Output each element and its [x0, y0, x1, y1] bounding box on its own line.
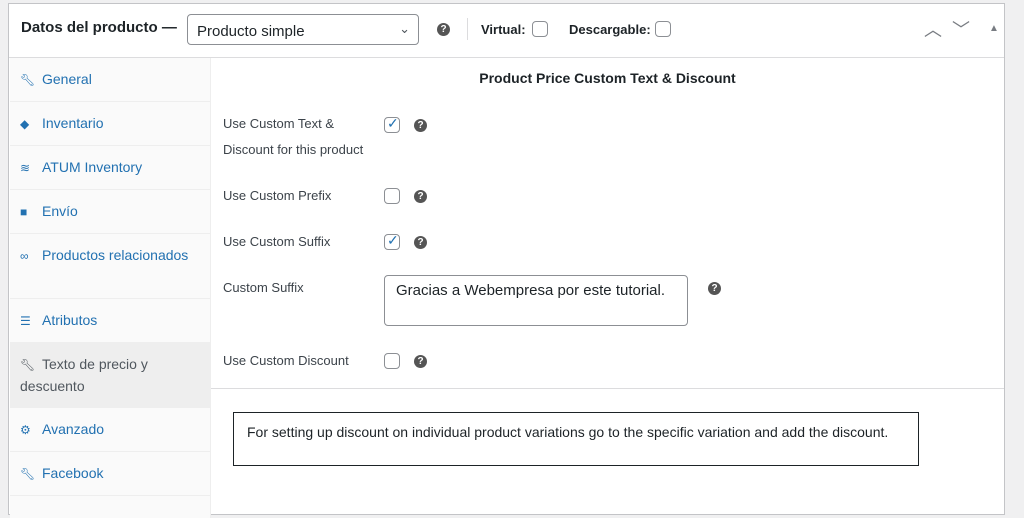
- help-icon[interactable]: ?: [414, 355, 427, 368]
- sidebar-item-label: Atributos: [42, 312, 98, 328]
- help-icon[interactable]: ?: [414, 190, 427, 203]
- layers-icon: ≋: [20, 161, 31, 175]
- sidebar-item-productos-relacionados[interactable]: ∞ Productos relacionados: [10, 234, 210, 299]
- sidebar-item-texto-precio-descuento[interactable]: 🔧︎ Texto de precio y descuento: [10, 343, 210, 408]
- help-icon[interactable]: ?: [414, 236, 427, 249]
- collapse-toggle-icon[interactable]: ▲: [989, 23, 999, 34]
- virtual-checkbox[interactable]: [532, 21, 548, 37]
- panel-header: Datos del producto — Producto simple ⌄ ? …: [9, 4, 1004, 58]
- help-icon[interactable]: ?: [414, 119, 427, 132]
- use-custom-text-label: Use Custom Text & Discount for this prod…: [223, 116, 364, 157]
- use-custom-suffix-checkbox[interactable]: [384, 232, 400, 250]
- downloadable-label: Descargable:: [569, 22, 651, 37]
- use-custom-discount-checkbox[interactable]: [384, 353, 400, 369]
- variation-discount-notice: For setting up discount on individual pr…: [233, 412, 919, 466]
- use-custom-suffix-label: Use Custom Suffix: [223, 234, 331, 249]
- use-custom-prefix-label: Use Custom Prefix: [223, 188, 332, 203]
- product-data-panel: Datos del producto — Producto simple ⌄ ? …: [8, 3, 1005, 518]
- sidebar-item-envio[interactable]: ■ Envío: [10, 190, 210, 234]
- sidebar-item-label: Facebook: [42, 465, 104, 481]
- gear-icon: ⚙: [20, 423, 31, 437]
- panel-title: Datos del producto —: [21, 19, 177, 36]
- wrench-icon: 🔧︎: [20, 358, 36, 372]
- sidebar-item-label: Productos relacionados: [42, 247, 189, 263]
- help-icon[interactable]: ?: [437, 23, 450, 36]
- virtual-label: Virtual:: [481, 22, 526, 37]
- sidebar-item-facebook[interactable]: 🔧︎ Facebook: [10, 452, 210, 496]
- section-title: Product Price Custom Text & Discount: [479, 70, 736, 86]
- chevron-down-icon: ⌄: [399, 21, 410, 36]
- custom-suffix-label: Custom Suffix: [223, 280, 304, 295]
- divider: [211, 388, 1004, 389]
- sidebar-item-label: ATUM Inventory: [42, 159, 143, 175]
- wrench-icon: 🔧︎: [20, 467, 36, 481]
- help-icon[interactable]: ?: [708, 282, 721, 295]
- sidebar-item-atributos[interactable]: ☰ Atributos: [10, 299, 210, 343]
- list-icon: ☰: [20, 314, 31, 328]
- sidebar-item-label: Envío: [42, 203, 78, 219]
- sidebar-item-avanzado[interactable]: ⚙ Avanzado: [10, 408, 210, 452]
- sidebar-item-general[interactable]: 🔧︎ General: [10, 58, 210, 102]
- wrench-icon: 🔧︎: [20, 73, 36, 87]
- sidebar-item-atum-inventory[interactable]: ≋ ATUM Inventory: [10, 146, 210, 190]
- product-type-select[interactable]: Producto simple ⌄: [187, 14, 419, 45]
- truck-icon: ■: [20, 205, 28, 219]
- tag-icon: ◆: [20, 117, 30, 131]
- sidebar-item-inventario[interactable]: ◆ Inventario: [10, 102, 210, 146]
- downloadable-checkbox[interactable]: [655, 21, 671, 37]
- link-icon: ∞: [20, 249, 29, 263]
- move-down-icon[interactable]: ﹀: [952, 16, 970, 42]
- use-custom-prefix-checkbox[interactable]: [384, 188, 400, 204]
- sidebar-item-label: Avanzado: [42, 421, 105, 437]
- divider: [467, 18, 468, 40]
- move-up-icon[interactable]: ︿: [924, 16, 942, 42]
- custom-suffix-textarea[interactable]: Gracias a Webempresa por este tutorial.: [384, 275, 688, 326]
- product-type-value: Producto simple: [197, 23, 305, 40]
- sidebar-item-label: Texto de precio y descuento: [20, 356, 148, 394]
- sidebar-item-label: General: [42, 71, 92, 87]
- use-custom-text-checkbox[interactable]: [384, 115, 400, 133]
- use-custom-discount-label: Use Custom Discount: [223, 353, 349, 368]
- sidebar-item-label: Inventario: [42, 115, 104, 131]
- product-data-tabs: 🔧︎ General ◆ Inventario ≋ ATUM Inventory ■ E…: [10, 58, 211, 518]
